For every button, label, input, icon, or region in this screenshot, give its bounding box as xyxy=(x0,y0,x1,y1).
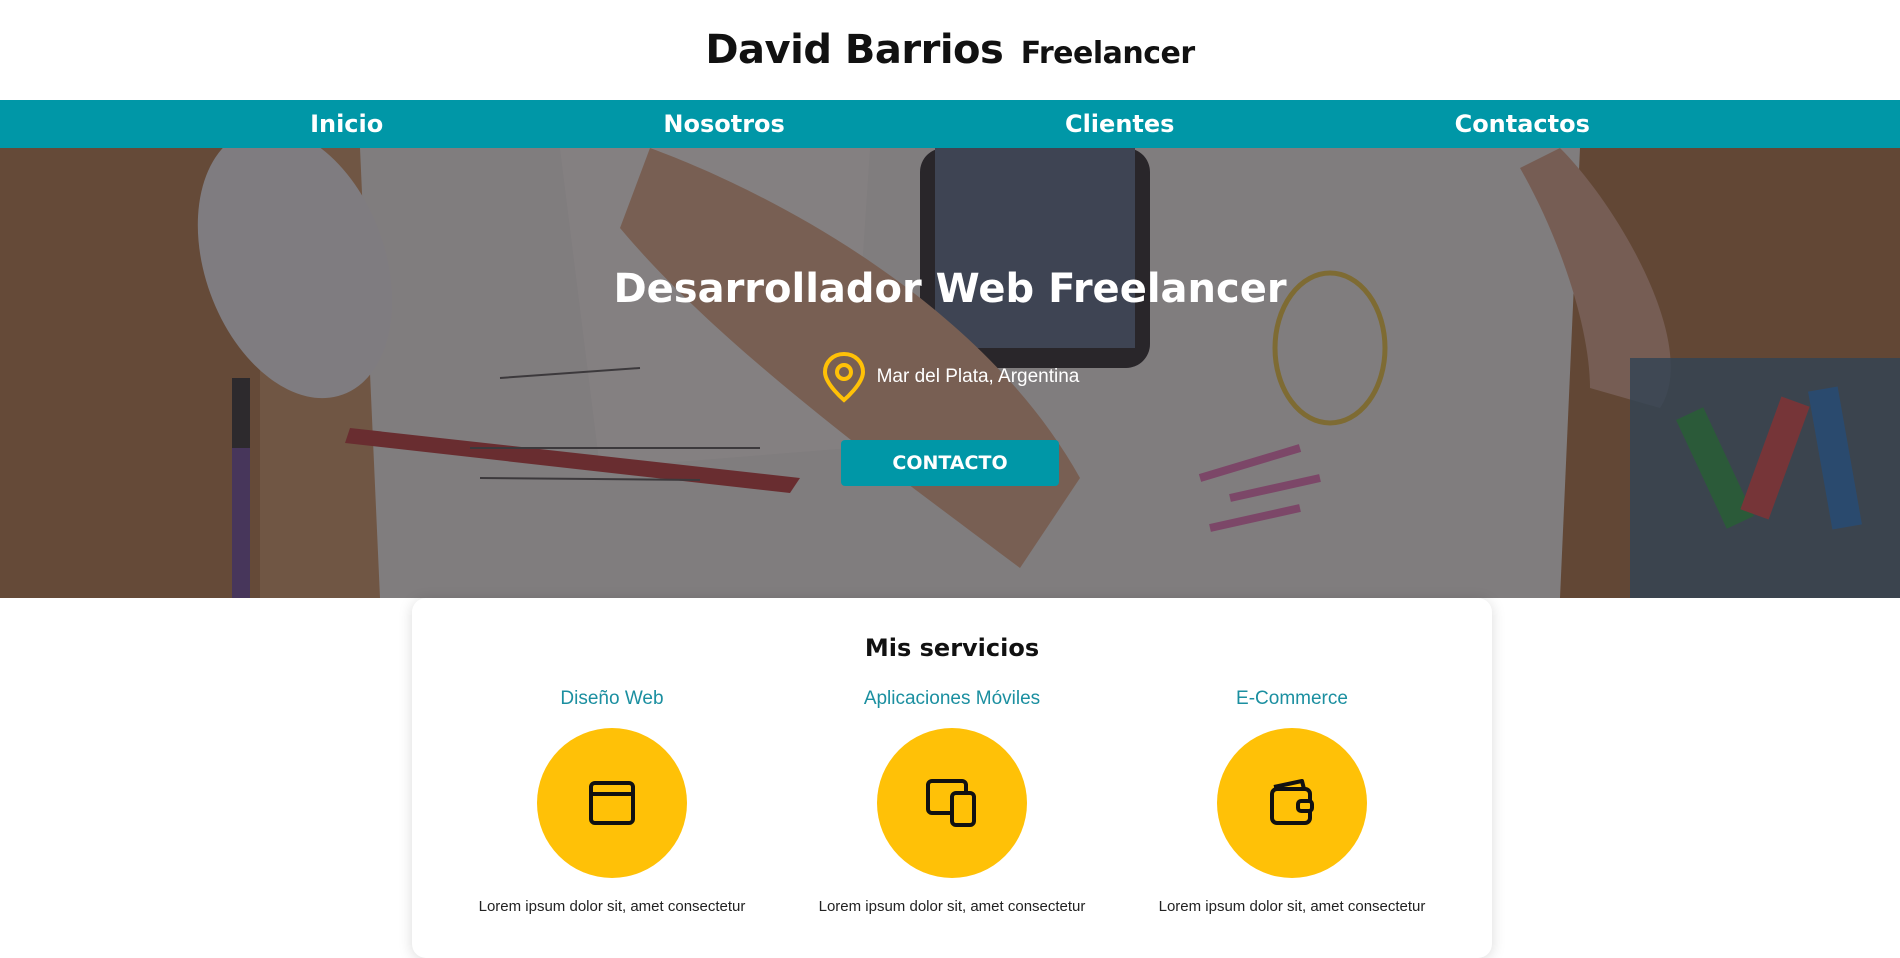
services-grid: Diseño Web Lorem ipsum dolor sit, amet c… xyxy=(412,688,1492,915)
nav-item-contactos[interactable]: Contactos xyxy=(1455,110,1590,138)
browser-window-icon xyxy=(589,781,635,825)
service-name: Diseño Web xyxy=(560,688,664,709)
service-item-aplicaciones-moviles: Aplicaciones Móviles Lorem ipsum dolor s… xyxy=(792,688,1112,915)
hero-location-text: Mar del Plata, Argentina xyxy=(876,366,1080,387)
service-description: Lorem ipsum dolor sit, amet consectetur xyxy=(818,898,1086,915)
hero-section: Desarrollador Web Freelancer Mar del Pla… xyxy=(0,148,1900,598)
site-title: David Barrios Freelancer xyxy=(705,27,1195,73)
service-description: Lorem ipsum dolor sit, amet consectetur xyxy=(1158,898,1426,915)
devices-icon xyxy=(926,779,976,827)
map-pin-icon xyxy=(822,351,865,403)
main-navigation: Inicio Nosotros Clientes Contactos xyxy=(0,100,1900,148)
hero-content: Desarrollador Web Freelancer Mar del Pla… xyxy=(0,148,1900,598)
services-card: Mis servicios Diseño Web Lorem ipsum dol… xyxy=(412,598,1492,958)
service-name: Aplicaciones Móviles xyxy=(863,688,1041,709)
nav-item-clientes[interactable]: Clientes xyxy=(1065,110,1174,138)
service-icon-circle xyxy=(1217,728,1367,878)
nav-item-inicio[interactable]: Inicio xyxy=(310,110,383,138)
contact-button[interactable]: CONTACTO xyxy=(841,440,1059,486)
hero-title: Desarrollador Web Freelancer xyxy=(613,266,1287,312)
site-header: David Barrios Freelancer xyxy=(0,0,1900,100)
site-owner-name: David Barrios xyxy=(705,27,1004,73)
wallet-icon xyxy=(1270,779,1314,825)
service-icon-circle xyxy=(537,728,687,878)
site-owner-role: Freelancer xyxy=(1020,36,1195,71)
service-description: Lorem ipsum dolor sit, amet consectetur xyxy=(478,898,746,915)
service-icon-circle xyxy=(877,728,1027,878)
service-item-e-commerce: E-Commerce Lorem ipsum dolor sit, amet c… xyxy=(1132,688,1452,915)
services-title: Mis servicios xyxy=(864,634,1040,662)
service-name: E-Commerce xyxy=(1236,688,1348,709)
hero-location: Mar del Plata, Argentina xyxy=(821,350,1080,404)
service-item-diseno-web: Diseño Web Lorem ipsum dolor sit, amet c… xyxy=(452,688,772,915)
nav-item-nosotros[interactable]: Nosotros xyxy=(663,110,784,138)
